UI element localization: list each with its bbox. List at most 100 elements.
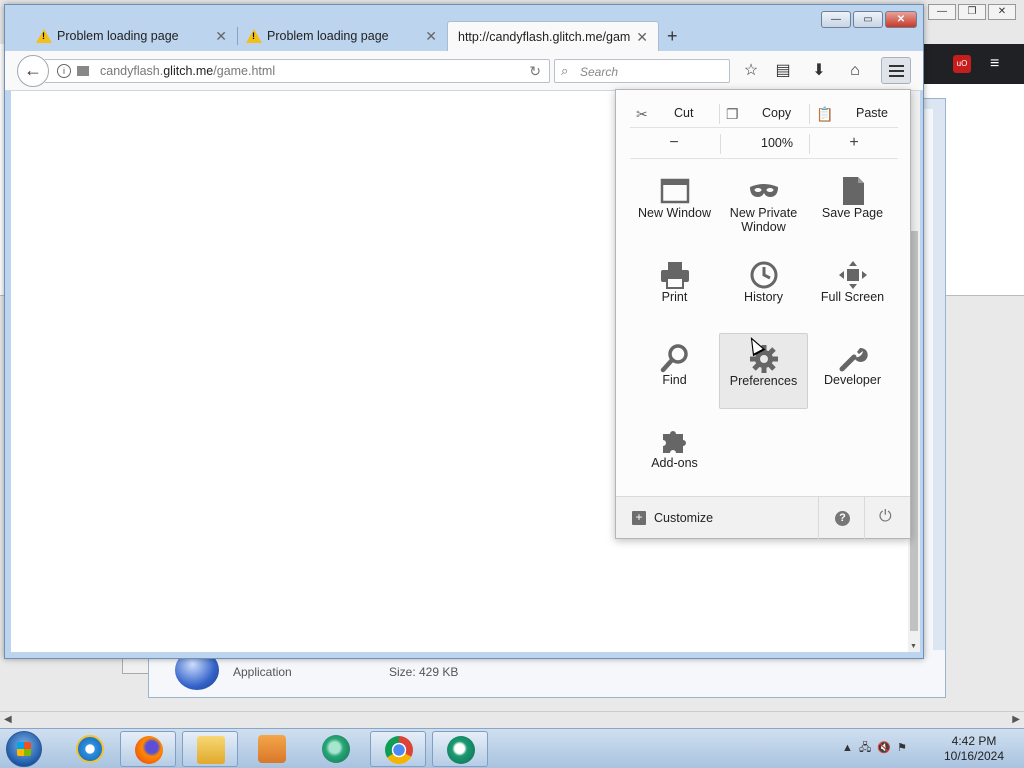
printer-icon [660,262,689,289]
close-tab-icon[interactable]: ✕ [636,29,648,46]
clock-date: 10/16/2024 [943,749,1005,763]
menu-button[interactable] [881,57,911,84]
ublock-extension-icon[interactable]: uO [953,55,971,73]
close-tab-icon[interactable]: ✕ [215,28,227,45]
paste-button[interactable]: 📋 Paste [810,98,898,128]
new-window-button[interactable]: New Window [630,166,719,242]
print-button[interactable]: Print [630,250,719,326]
tab-problem-loading-2[interactable]: Problem loading page ✕ [237,21,447,51]
system-tray[interactable]: ▲ 🖧 🔇 ⚑ [842,739,907,758]
quit-button[interactable]: ⏻ [864,497,910,539]
menu-item-label: History [744,290,783,304]
url-text[interactable]: candyflash.glitch.me/game.html [100,64,275,78]
history-button[interactable]: History [719,250,808,326]
new-private-window-button[interactable]: New Private Window [719,166,808,242]
warning-icon [36,29,52,43]
navigation-toolbar: i candyflash.glitch.me/game.html ↻ ← ⌕ S… [5,51,923,91]
taskbar-media-player[interactable] [244,731,300,767]
menu-item-label: Developer [824,373,881,387]
menu-item-label: Find [662,373,687,387]
taskbar-internet-explorer[interactable] [62,731,118,767]
puzzle-icon [662,431,686,453]
new-tab-button[interactable]: + [667,26,678,47]
tab-title: http://candyflash.glitch.me/gam [458,29,630,44]
search-placeholder: Search [580,65,619,79]
fullscreen-icon [838,261,867,289]
close-tab-icon[interactable]: ✕ [425,28,437,45]
customize-label: Customize [654,511,714,525]
power-icon: ⏻ [879,508,892,525]
reload-icon[interactable]: ↻ [529,63,541,80]
find-button[interactable]: Find [630,333,719,409]
media-player-icon [258,735,286,763]
plus-icon: + [632,511,646,525]
full-screen-button[interactable]: Full Screen [808,250,897,326]
green-app-2-icon [447,736,475,764]
cut-button[interactable]: ✂ Cut [630,98,718,128]
scroll-left-icon[interactable]: ◀ [4,714,12,725]
zoom-controls: − 100% + [630,128,898,159]
zoom-in-button[interactable]: + [834,131,874,155]
help-button[interactable]: ? [818,497,864,539]
zoom-reset-button[interactable]: 100% [734,131,820,155]
app-size-label: Size: 429 KB [389,665,459,679]
preferences-button[interactable]: Preferences [719,333,808,409]
divider [809,134,810,154]
save-page-button[interactable]: Save Page [808,166,897,242]
app-type-label: Application [233,665,292,679]
scroll-right-icon[interactable]: ▶ [1012,714,1020,725]
divider [720,134,721,154]
copy-icon: ❐ [726,106,739,122]
copy-button[interactable]: ❐ Copy [720,98,808,128]
tab-problem-loading-1[interactable]: Problem loading page ✕ [27,21,237,51]
search-icon: ⌕ [561,63,569,78]
help-icon: ? [835,511,850,526]
magnifier-icon [660,344,688,373]
menu-item-label: Add-ons [651,456,698,470]
taskbar-green-app[interactable] [308,731,364,767]
home-icon[interactable]: ⌂ [843,59,867,83]
edit-controls: ✂ Cut ❐ Copy 📋 Paste [630,98,898,128]
tab-bar: Problem loading page ✕ Problem loading p… [5,21,923,51]
tab-title: Problem loading page [57,29,179,43]
taskbar-chrome[interactable] [370,731,426,767]
background-close-button[interactable]: ✕ [988,4,1016,20]
taskbar-firefox[interactable] [120,731,176,767]
add-ons-button[interactable]: Add-ons [630,416,719,492]
menu-footer: + Customize ? ⏻ [616,496,910,539]
background-menu-icon[interactable]: ≡ [990,55,999,73]
background-maximize-button[interactable]: ❐ [958,4,986,20]
tab-title: Problem loading page [267,29,389,43]
zoom-out-button[interactable]: − [654,131,694,155]
menu-item-label: Full Screen [820,290,885,304]
bookmark-star-icon[interactable]: ☆ [739,59,763,83]
firefox-icon [135,736,163,764]
scissors-icon: ✂ [636,106,648,122]
search-input[interactable]: ⌕ Search [554,59,730,83]
tab-candyflash[interactable]: http://candyflash.glitch.me/gam ✕ [447,21,659,51]
menu-item-label: New Window [638,206,711,220]
taskbar-file-explorer[interactable] [182,731,238,767]
downloads-icon[interactable]: ⬇ [807,59,831,83]
developer-button[interactable]: Developer [808,333,897,409]
horizontal-scrollbar[interactable]: ◀ ▶ [0,711,1024,728]
taskbar-green-app-2[interactable] [432,731,488,767]
info-icon[interactable]: i [57,64,71,78]
url-bar[interactable]: i candyflash.glitch.me/game.html ↻ [45,59,550,83]
start-button[interactable] [6,731,42,767]
scroll-down-icon[interactable]: ▼ [910,643,917,650]
background-toolbar [920,44,1024,84]
background-minimize-button[interactable]: — [928,4,956,20]
back-button[interactable]: ← [17,55,49,87]
menu-item-label: Print [661,290,688,304]
reading-list-icon[interactable]: ▤ [771,59,795,83]
page-icon [77,66,89,76]
green-app-icon [322,735,350,763]
save-page-icon [842,177,864,205]
clock[interactable]: 4:42 PM 10/16/2024 [936,734,1012,764]
new-window-icon [660,178,689,204]
scrollbar-thumb[interactable] [910,231,918,631]
clipboard-icon: 📋 [816,106,834,122]
file-explorer-icon [197,736,225,764]
clock-icon [750,261,777,289]
